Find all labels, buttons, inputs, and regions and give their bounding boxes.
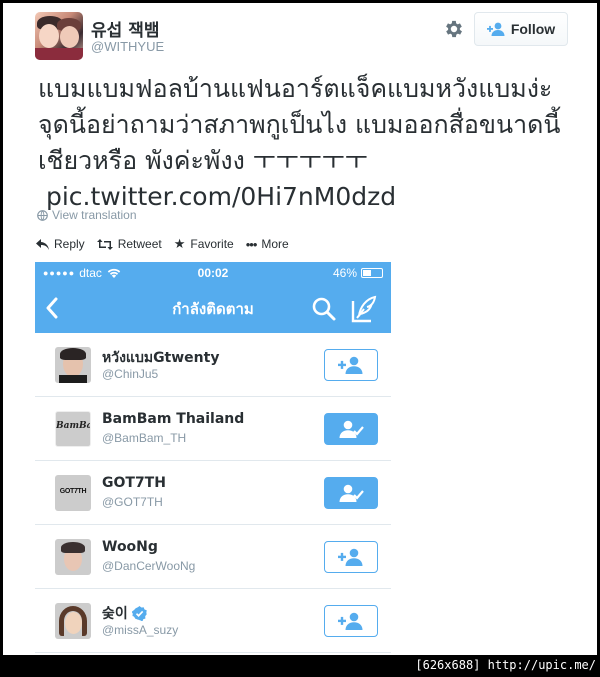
user-handle: @DanCerWooNg (102, 559, 196, 573)
follow-button[interactable]: Follow (474, 12, 568, 46)
user-handle: @missA_suzy (102, 623, 179, 637)
got7-logo: GOT7TH (59, 488, 87, 495)
add-user-icon (338, 548, 363, 566)
phone-nav-bar: กำลังติดตาม (35, 284, 391, 333)
attached-phone-screenshot[interactable]: ●●●●● dtac 00:02 46% กำลังติดตาม หวังแบม… (35, 262, 391, 655)
user-name: BamBam Thailand (102, 411, 245, 427)
more-dots-icon: ••• (245, 236, 258, 252)
following-list: หวังแบมGtwenty @ChinJu5 BamBam BamBam Th… (35, 333, 391, 653)
tweet-line: แบมแบมฟอลบ้านแฟนอาร์ตแจ็คแบมหวังแบมง่ะ (38, 74, 553, 103)
retweet-icon (96, 238, 113, 250)
follow-user-button[interactable] (324, 349, 378, 381)
list-item[interactable]: 숮이 @missA_suzy (35, 589, 391, 653)
favorite-action[interactable]: ★ Favorite (174, 236, 234, 252)
star-icon: ★ (173, 236, 186, 251)
view-translation-link[interactable]: View translation (37, 208, 137, 222)
search-icon[interactable] (311, 296, 337, 322)
retweet-action[interactable]: Retweet (96, 236, 162, 252)
following-user-button[interactable] (324, 477, 378, 509)
author-handle[interactable]: @WITHYUE (91, 39, 164, 54)
more-label: More (261, 237, 289, 251)
user-name: GOT7TH (102, 475, 166, 491)
battery-icon (361, 268, 383, 278)
nav-title: กำลังติดตาม (172, 299, 254, 318)
list-item[interactable]: BamBam BamBam Thailand @BamBam_TH (35, 397, 391, 461)
reply-action[interactable]: Reply (36, 236, 85, 252)
view-translation-label: View translation (52, 208, 137, 222)
compose-icon[interactable] (351, 295, 377, 323)
add-user-icon (486, 22, 505, 36)
author-name[interactable]: 유섭 잭뱀 (91, 16, 159, 41)
list-item[interactable]: GOT7TH GOT7TH @GOT7TH (35, 461, 391, 525)
list-item[interactable]: หวังแบมGtwenty @ChinJu5 (35, 333, 391, 397)
user-name: หวังแบมGtwenty (102, 350, 220, 366)
add-user-icon (338, 612, 363, 630)
user-name: 숮이 (102, 603, 147, 623)
screenshot-frame: 유섭 잭뱀 @WITHYUE Follow แบมแบมฟอลบ้านแฟนอา… (3, 3, 597, 655)
reply-label: Reply (54, 237, 85, 251)
favorite-label: Favorite (190, 237, 234, 251)
user-avatar[interactable] (55, 603, 91, 639)
gear-icon[interactable] (443, 18, 465, 40)
user-handle: @ChinJu5 (102, 367, 159, 381)
user-avatar[interactable] (55, 347, 91, 383)
user-name: WooNg (102, 539, 158, 555)
battery-indicator: 46% (333, 266, 383, 280)
following-check-icon (339, 420, 364, 438)
more-action[interactable]: ••• More (246, 236, 289, 252)
back-chevron-icon[interactable] (45, 297, 59, 319)
follow-user-button[interactable] (324, 605, 378, 637)
verified-badge-icon (131, 605, 147, 621)
tweet-line: เชียวหรือ พังค่ะพังง ㅜㅜㅜㅜㅜ (38, 146, 368, 175)
reply-icon (36, 238, 49, 250)
following-user-button[interactable] (324, 413, 378, 445)
battery-percent: 46% (332, 266, 357, 280)
retweet-label: Retweet (117, 237, 162, 251)
user-avatar[interactable] (55, 539, 91, 575)
bambam-logo: BamBam (56, 421, 90, 431)
follow-user-button[interactable] (324, 541, 378, 573)
user-handle: @GOT7TH (102, 495, 163, 509)
tweet-actions: Reply Retweet ★ Favorite ••• More (36, 236, 289, 252)
globe-icon (37, 209, 48, 221)
phone-status-bar: ●●●●● dtac 00:02 46% (35, 262, 391, 284)
follow-label: Follow (510, 21, 556, 37)
user-handle: @BamBam_TH (102, 431, 187, 445)
add-user-icon (338, 356, 363, 374)
author-avatar[interactable] (35, 12, 83, 60)
user-avatar[interactable]: BamBam (55, 411, 91, 447)
tweet-text: แบมแบมฟอลบ้านแฟนอาร์ตแจ็คแบมหวังแบมง่ะ จ… (38, 71, 578, 215)
user-avatar[interactable]: GOT7TH (55, 475, 91, 511)
following-check-icon (339, 484, 364, 502)
image-watermark: [626x688] http://upic.me/ (415, 658, 596, 672)
list-item[interactable]: WooNg @DanCerWooNg (35, 525, 391, 589)
tweet-line: จุดนี้อย่าถามว่าสภาพกูเป็นไง แบมออกสื่อข… (38, 110, 561, 139)
